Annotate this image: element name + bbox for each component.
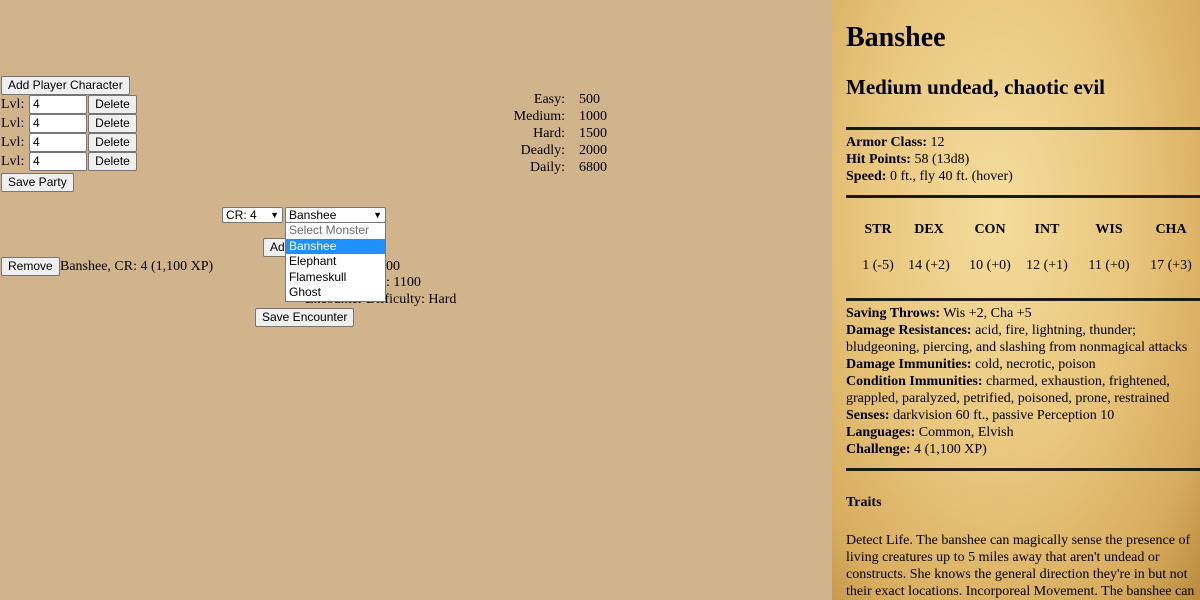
saving-throws: Saving Throws: Wis +2, Cha +5 [846, 306, 1032, 321]
monster-select-value: Banshee [289, 208, 337, 222]
chevron-down-icon: ▼ [373, 210, 382, 220]
encounter-entry: Banshee, CR: 4 (1,100 XP) [60, 259, 214, 274]
level-label: Lvl: [1, 154, 25, 169]
divider [846, 195, 1200, 198]
speed: Speed: 0 ft., fly 40 ft. (hover) [846, 169, 1013, 184]
add-player-character-button[interactable]: Add Player Character [1, 76, 130, 95]
threshold-value-deadly: 2000 [579, 143, 607, 158]
ability-value-dex: 14 (+2) [908, 258, 950, 273]
hit-points: Hit Points: 58 (13d8) [846, 152, 970, 167]
cr-select[interactable]: CR: 4 ▼ [222, 207, 283, 223]
monster-name: Banshee [846, 22, 946, 53]
cr-select-value: CR: 4 [226, 208, 257, 222]
delete-button[interactable]: Delete [88, 133, 137, 152]
damage-resistances: Damage Resistances: acid, fire, lightnin… [846, 323, 1137, 338]
ability-value-con: 10 (+0) [969, 258, 1011, 273]
condition-immunities-cont: grappled, paralyzed, petrified, poisoned… [846, 391, 1170, 406]
traits-heading: Traits [846, 495, 882, 510]
level-label: Lvl: [1, 97, 25, 112]
remove-monster-button[interactable]: Remove [1, 257, 60, 276]
threshold-value-hard: 1500 [579, 126, 607, 141]
threshold-value-medium: 1000 [579, 109, 607, 124]
threshold-value-daily: 6800 [579, 160, 607, 175]
monster-type: Medium undead, chaotic evil [846, 75, 1106, 99]
ability-name-dex: DEX [914, 222, 944, 237]
level-label: Lvl: [1, 116, 25, 131]
save-party-button[interactable]: Save Party [1, 173, 74, 192]
level-input[interactable]: 4 [29, 133, 87, 152]
divider [846, 127, 1200, 130]
ability-name-wis: WIS [1095, 222, 1123, 237]
armor-class: Armor Class: 12 [846, 135, 945, 150]
languages: Languages: Common, Elvish [846, 425, 1014, 440]
delete-button[interactable]: Delete [88, 95, 137, 114]
delete-button[interactable]: Delete [88, 152, 137, 171]
monster-stat-block: Banshee Medium undead, chaotic evil Armo… [832, 0, 1200, 600]
ability-name-con: CON [974, 222, 1006, 237]
save-encounter-button[interactable]: Save Encounter [255, 308, 355, 327]
level-label: Lvl: [1, 135, 25, 150]
threshold-value-easy: 500 [579, 92, 600, 107]
senses: Senses: darkvision 60 ft., passive Perce… [846, 408, 1115, 423]
divider [846, 468, 1200, 471]
dropdown-option: Select Monster [289, 223, 370, 237]
ability-value-wis: 11 (+0) [1088, 258, 1130, 273]
level-input[interactable]: 4 [29, 95, 87, 114]
challenge: Challenge: 4 (1,100 XP) [846, 442, 987, 457]
ability-value-int: 12 (+1) [1026, 258, 1068, 273]
ability-name-int: INT [1034, 222, 1060, 237]
condition-immunities: Condition Immunities: charmed, exhaustio… [846, 374, 1170, 389]
dropdown-option[interactable]: Elephant [286, 254, 385, 270]
divider [846, 298, 1200, 301]
dropdown-option[interactable]: Flameskull [286, 270, 385, 286]
damage-immunities: Damage Immunities: cold, necrotic, poiso… [846, 357, 1096, 372]
encounter-difficulty-value: Hard [428, 292, 457, 307]
dropdown-option[interactable]: Banshee [286, 238, 385, 254]
traits-text: Detect Life. The banshee can magically s… [846, 533, 1195, 599]
delete-button[interactable]: Delete [88, 114, 137, 133]
damage-resistances-cont: bludgeoning, piercing, and slashing from… [846, 340, 1188, 355]
ability-name-cha: CHA [1155, 222, 1187, 237]
monster-select[interactable]: Banshee ▼ [285, 207, 386, 223]
level-input[interactable]: 4 [29, 114, 87, 133]
dropdown-option[interactable]: Ghost [286, 285, 385, 301]
chevron-down-icon: ▼ [270, 210, 279, 220]
ability-value-cha: 17 (+3) [1150, 258, 1192, 273]
level-input[interactable]: 4 [29, 152, 87, 171]
monster-dropdown-list[interactable]: Select Monster Banshee Elephant Flamesku… [285, 222, 386, 302]
